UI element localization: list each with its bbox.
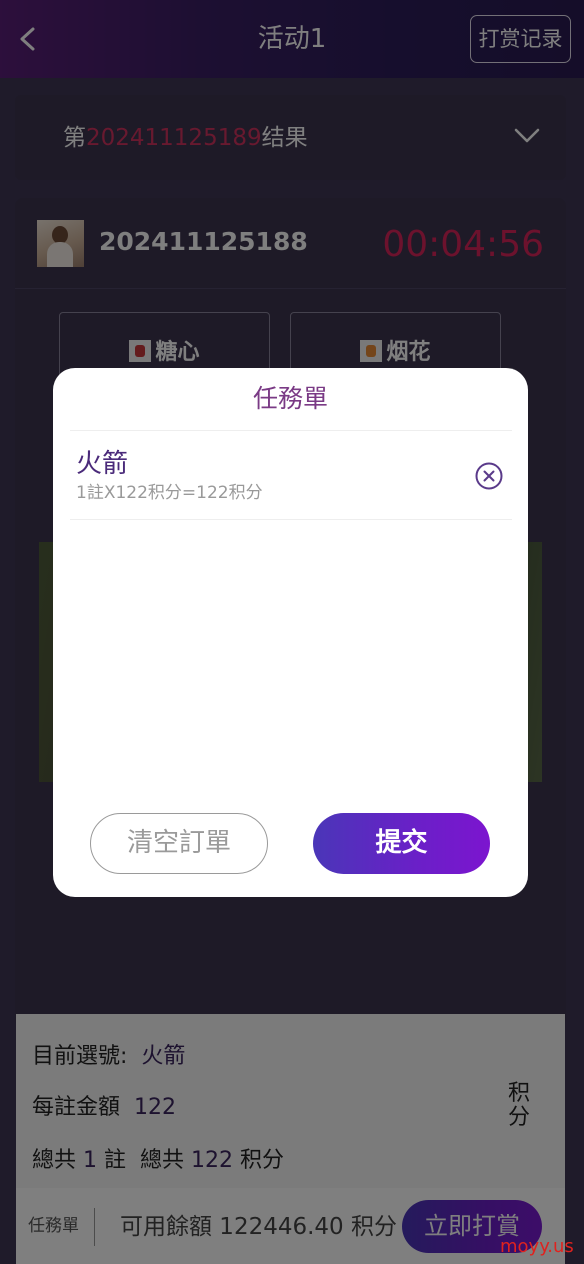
order-item-name: 火箭 bbox=[76, 449, 129, 479]
modal-title: 任務單 bbox=[252, 384, 328, 413]
modal-divider bbox=[70, 430, 512, 431]
remove-item-icon[interactable] bbox=[474, 461, 504, 491]
submit-button[interactable]: 提交 bbox=[313, 813, 490, 874]
task-order-modal: 任務單 火箭 1註X122积分=122积分 清空訂單 提交 bbox=[53, 368, 528, 897]
clear-order-button[interactable]: 清空訂單 bbox=[90, 813, 268, 874]
order-item-calc: 1註X122积分=122积分 bbox=[76, 483, 263, 503]
modal-divider bbox=[70, 519, 512, 520]
watermark: moyy.us bbox=[500, 1236, 574, 1257]
